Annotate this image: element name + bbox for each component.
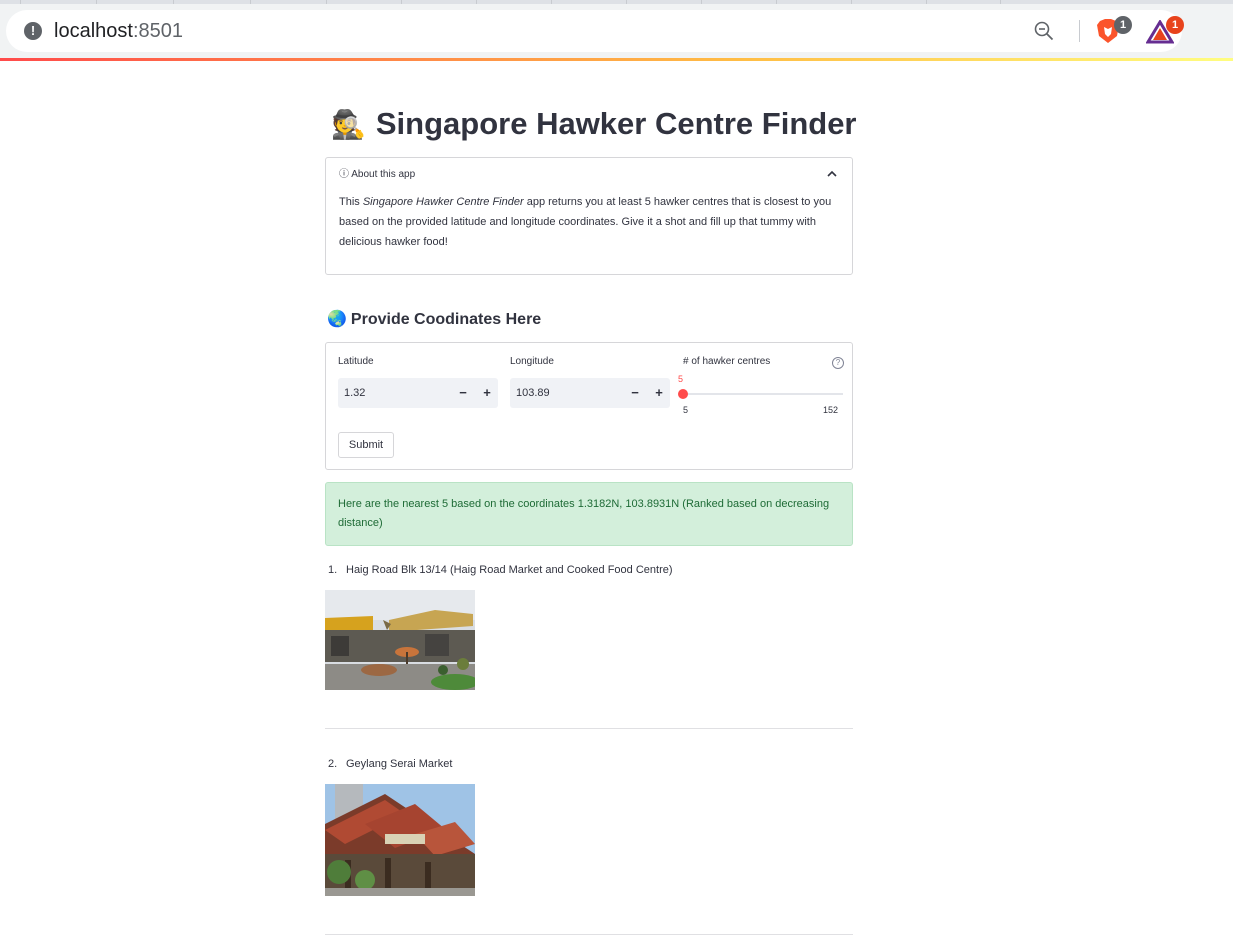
hawker-count-label: # of hawker centres: [683, 356, 771, 367]
zoom-out-icon[interactable]: [1034, 21, 1054, 41]
longitude-input[interactable]: [516, 378, 616, 408]
rewards-count-badge: 1: [1166, 16, 1184, 34]
result-title: 1. Haig Road Blk 13/14 (Haig Road Market …: [328, 564, 673, 576]
coordinates-form: Latitude − + Longitude − + # of hawker c…: [325, 342, 853, 470]
longitude-decrement-button[interactable]: −: [624, 378, 646, 408]
tab-strip: [0, 0, 1233, 4]
hawker-centre-photo: [325, 784, 475, 896]
success-alert: Here are the nearest 5 based on the coor…: [325, 482, 853, 546]
about-expander[interactable]: ⓘ About this app This Singapore Hawker C…: [325, 157, 853, 275]
globe-emoji-icon: 🌏: [327, 309, 347, 328]
longitude-label: Longitude: [510, 356, 554, 367]
page-title: 🕵️ Singapore Hawker Centre Finder: [331, 106, 857, 141]
browser-toolbar: ! localhost:8501 1 1: [0, 0, 1233, 60]
chevron-up-icon[interactable]: [826, 169, 838, 179]
success-alert-text: Here are the nearest 5 based on the coor…: [338, 498, 830, 529]
latitude-decrement-button[interactable]: −: [452, 378, 474, 408]
latitude-increment-button[interactable]: +: [476, 378, 498, 408]
omnibox-divider: [1079, 20, 1080, 42]
address-bar[interactable]: ! localhost:8501 1 1: [6, 10, 1184, 52]
longitude-input-wrapper: − +: [510, 378, 670, 408]
latitude-input[interactable]: [344, 378, 444, 408]
shields-count-badge: 1: [1114, 16, 1132, 34]
site-info-icon[interactable]: !: [24, 22, 42, 40]
slider-current-value: 5: [678, 374, 684, 384]
help-icon[interactable]: ?: [832, 357, 844, 369]
coordinates-subheader: 🌏 Provide Coodinates Here: [327, 309, 542, 328]
result-title: 2. Geylang Serai Market: [328, 758, 453, 770]
detective-emoji-icon: 🕵️: [331, 108, 366, 141]
slider-max-label: 152: [823, 405, 839, 415]
url-text[interactable]: localhost:8501: [54, 19, 183, 43]
submit-button[interactable]: Submit: [338, 432, 394, 458]
hawker-centre-photo: [325, 590, 475, 690]
hawker-count-slider[interactable]: [678, 389, 843, 399]
slider-min-label: 5: [683, 405, 689, 415]
app-decoration-bar: [0, 58, 1233, 61]
result-divider: [325, 728, 853, 729]
about-text: This Singapore Hawker Centre Finder app …: [339, 196, 832, 248]
result-divider: [325, 934, 853, 935]
latitude-input-wrapper: − +: [338, 378, 498, 408]
latitude-label: Latitude: [338, 356, 374, 367]
longitude-increment-button[interactable]: +: [648, 378, 670, 408]
slider-thumb[interactable]: [678, 389, 688, 399]
about-expander-header[interactable]: ⓘ About this app: [339, 168, 415, 182]
